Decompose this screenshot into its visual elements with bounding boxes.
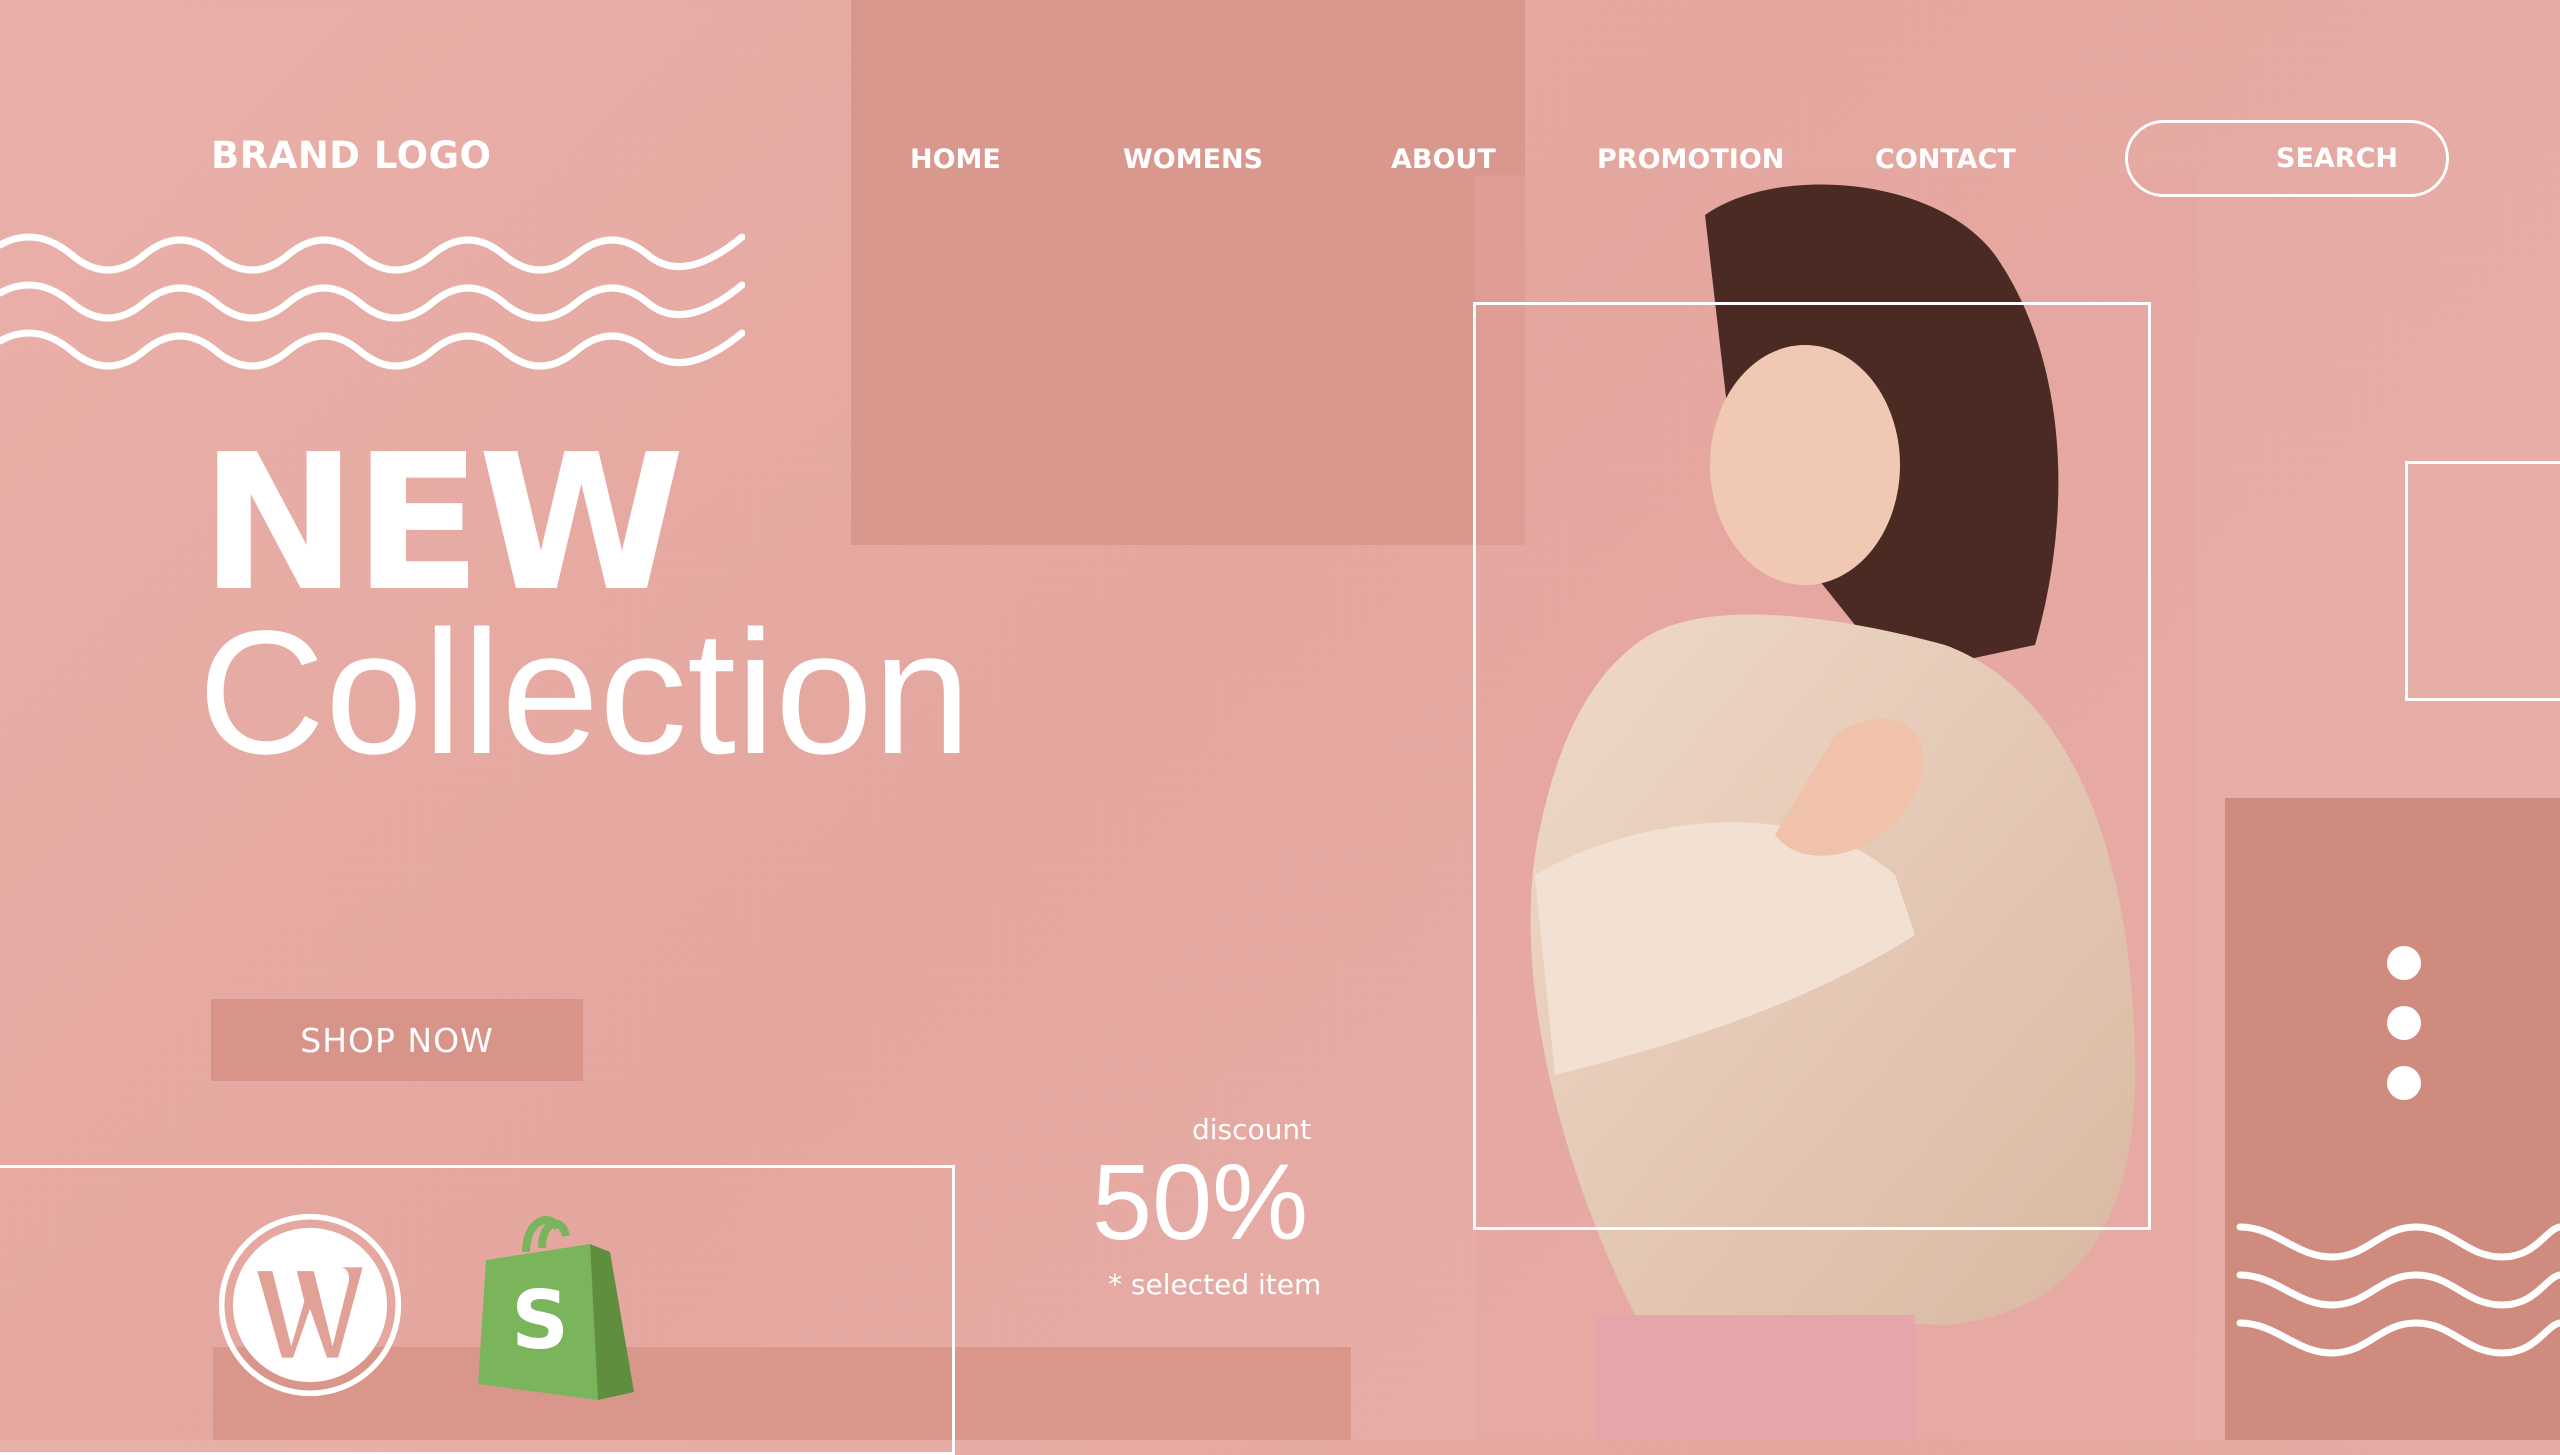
wave-line: [0, 329, 745, 370]
nav-about[interactable]: ABOUT: [1391, 144, 1496, 175]
slider-dots: [2387, 946, 2423, 1126]
shop-now-label: SHOP NOW: [300, 1020, 494, 1060]
brand-logo[interactable]: BRAND LOGO: [211, 134, 491, 177]
wave-lines-decor-left: [0, 233, 745, 370]
photo-frame-outline: [1473, 302, 2151, 1230]
wave-line: [2236, 1271, 2560, 1309]
slider-dot[interactable]: [2387, 946, 2421, 980]
nav-promotion[interactable]: PROMOTION: [1597, 144, 1784, 175]
wave-lines-decor-right: [2236, 1223, 2560, 1357]
slider-dot[interactable]: [2387, 1006, 2421, 1040]
nav-womens[interactable]: WOMENS: [1123, 144, 1263, 175]
nav-contact[interactable]: CONTACT: [1875, 144, 2016, 175]
decor-frame-right: [2405, 461, 2560, 701]
nav-home[interactable]: HOME: [910, 144, 1001, 175]
shopify-bag-icon[interactable]: S: [478, 1208, 646, 1400]
headline-collection: Collection: [198, 595, 971, 791]
search-button[interactable]: SEARCH: [2125, 120, 2449, 197]
wave-line: [2236, 1223, 2560, 1261]
wave-line: [2236, 1319, 2560, 1357]
discount-value: 50%: [1092, 1141, 1309, 1262]
discount-note: * selected item: [1108, 1268, 1322, 1301]
wordpress-logo-icon[interactable]: [216, 1210, 404, 1400]
slider-dot[interactable]: [2387, 1066, 2421, 1100]
wave-line: [0, 233, 745, 274]
decor-block-top: [851, 0, 1525, 545]
jeans-shape: [1595, 1315, 1915, 1440]
headline-new: NEW: [200, 414, 685, 633]
shop-now-button[interactable]: SHOP NOW: [211, 999, 583, 1081]
search-label: SEARCH: [2276, 143, 2398, 174]
wave-line: [0, 281, 745, 322]
svg-text:S: S: [511, 1274, 569, 1367]
